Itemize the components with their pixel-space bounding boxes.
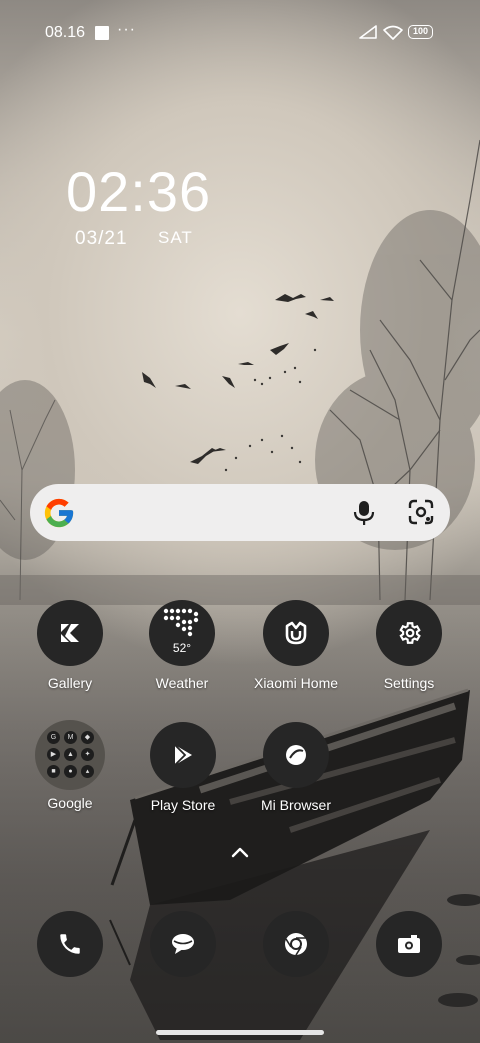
- weather-temp: 52°: [172, 641, 192, 655]
- home-indicator[interactable]: [156, 1030, 324, 1035]
- app-mi-browser[interactable]: Mi Browser: [246, 722, 346, 813]
- dock-phone[interactable]: [37, 911, 103, 977]
- phone-icon: [60, 934, 80, 954]
- gear-icon: [376, 600, 442, 666]
- files-icon: ▴: [81, 765, 94, 778]
- messages-icon: [172, 934, 194, 954]
- battery-icon: 100: [408, 25, 433, 39]
- app-label: Mi Browser: [260, 797, 331, 813]
- app-label: Settings: [383, 675, 435, 691]
- camera-icon: [398, 935, 420, 953]
- app-label: Weather: [155, 675, 209, 691]
- signal-icon: [359, 25, 377, 39]
- app-gallery[interactable]: Gallery: [20, 600, 120, 691]
- dock-messages[interactable]: [150, 911, 216, 977]
- app-drawer-arrow-icon[interactable]: [230, 845, 250, 859]
- chrome-icon: [285, 933, 307, 956]
- app-label: Gallery: [47, 675, 93, 691]
- app-weather[interactable]: 52° Weather: [132, 600, 232, 691]
- music-icon: ●: [64, 765, 77, 778]
- google-search-bar[interactable]: [30, 484, 450, 541]
- gmail-icon: M: [64, 731, 77, 744]
- app-settings[interactable]: Settings: [359, 600, 459, 691]
- browser-icon: [263, 722, 329, 788]
- google-app-icon: G: [47, 731, 60, 744]
- app-folder-google[interactable]: G M ◆ ▶ ▲ ✦ ■ ● ▴ Google: [20, 720, 120, 811]
- app-xiaomi-home[interactable]: Xiaomi Home: [246, 600, 346, 691]
- google-g-icon: [44, 498, 74, 528]
- clock-day: SAT: [158, 228, 193, 247]
- maps-icon: ◆: [81, 731, 94, 744]
- google-lens-icon[interactable]: [408, 499, 434, 525]
- clock-date: 03/21: [75, 228, 128, 249]
- play-store-icon: [150, 722, 216, 788]
- drive-icon: ▲: [64, 748, 77, 761]
- dock-camera[interactable]: [376, 911, 442, 977]
- more-notifications-icon: ···: [117, 21, 136, 38]
- meet-icon: ■: [47, 765, 60, 778]
- dock-chrome[interactable]: [263, 911, 329, 977]
- weather-icon: 52°: [149, 600, 215, 666]
- clock-time[interactable]: 02:36: [66, 164, 211, 220]
- photos-icon: ✦: [81, 748, 94, 761]
- app-label: Xiaomi Home: [253, 675, 339, 691]
- app-play-store[interactable]: Play Store: [133, 722, 233, 813]
- xiaomi-home-icon: [263, 600, 329, 666]
- youtube-icon: ▶: [47, 748, 60, 761]
- status-bar: 08.16 ··· 100: [0, 0, 480, 64]
- app-label: Google: [47, 795, 93, 811]
- app-label: Play Store: [150, 797, 216, 813]
- notification-icon: [95, 26, 109, 40]
- wifi-icon: [383, 25, 403, 40]
- voice-search-icon[interactable]: [352, 499, 376, 527]
- gallery-icon: [37, 600, 103, 666]
- status-time: 08.16: [45, 24, 86, 41]
- folder-icon: G M ◆ ▶ ▲ ✦ ■ ● ▴: [35, 720, 105, 790]
